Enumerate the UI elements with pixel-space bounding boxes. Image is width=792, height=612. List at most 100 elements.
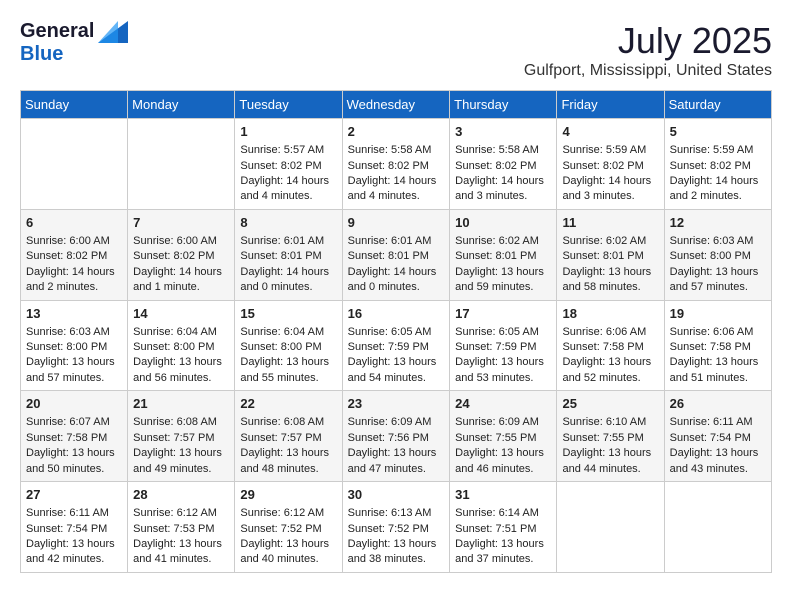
day-info: Sunset: 8:00 PM	[133, 340, 229, 355]
day-info: Sunset: 7:54 PM	[26, 522, 122, 537]
day-info: Daylight: 13 hours and 50 minutes.	[26, 446, 122, 477]
day-number: 27	[26, 486, 122, 504]
day-info: Sunrise: 6:02 AM	[562, 234, 658, 249]
day-info: Sunset: 8:02 PM	[26, 249, 122, 264]
day-info: Sunrise: 5:59 AM	[562, 143, 658, 158]
day-info: Sunset: 7:58 PM	[562, 340, 658, 355]
day-info: Daylight: 14 hours and 3 minutes.	[455, 174, 551, 205]
day-info: Sunrise: 6:05 AM	[455, 325, 551, 340]
calendar-week-row: 27Sunrise: 6:11 AMSunset: 7:54 PMDayligh…	[21, 482, 772, 573]
weekday-header-monday: Monday	[128, 91, 235, 119]
calendar-cell	[557, 482, 664, 573]
day-info: Sunset: 7:52 PM	[348, 522, 445, 537]
calendar-cell: 19Sunrise: 6:06 AMSunset: 7:58 PMDayligh…	[664, 300, 771, 391]
calendar-cell: 10Sunrise: 6:02 AMSunset: 8:01 PMDayligh…	[450, 209, 557, 300]
day-info: Daylight: 13 hours and 57 minutes.	[670, 265, 766, 296]
day-number: 30	[348, 486, 445, 504]
calendar-cell: 22Sunrise: 6:08 AMSunset: 7:57 PMDayligh…	[235, 391, 342, 482]
weekday-header-saturday: Saturday	[664, 91, 771, 119]
day-info: Sunrise: 6:01 AM	[348, 234, 445, 249]
weekday-header-wednesday: Wednesday	[342, 91, 450, 119]
day-info: Daylight: 13 hours and 48 minutes.	[240, 446, 336, 477]
day-info: Sunset: 8:00 PM	[26, 340, 122, 355]
calendar-cell: 26Sunrise: 6:11 AMSunset: 7:54 PMDayligh…	[664, 391, 771, 482]
calendar-cell: 21Sunrise: 6:08 AMSunset: 7:57 PMDayligh…	[128, 391, 235, 482]
day-number: 3	[455, 123, 551, 141]
calendar-week-row: 20Sunrise: 6:07 AMSunset: 7:58 PMDayligh…	[21, 391, 772, 482]
day-info: Sunrise: 6:09 AM	[455, 415, 551, 430]
day-info: Sunrise: 6:03 AM	[670, 234, 766, 249]
day-info: Sunset: 7:58 PM	[26, 431, 122, 446]
day-info: Sunrise: 5:58 AM	[455, 143, 551, 158]
calendar-table: SundayMondayTuesdayWednesdayThursdayFrid…	[20, 90, 772, 573]
day-info: Sunrise: 6:05 AM	[348, 325, 445, 340]
calendar-cell: 23Sunrise: 6:09 AMSunset: 7:56 PMDayligh…	[342, 391, 450, 482]
calendar-cell: 31Sunrise: 6:14 AMSunset: 7:51 PMDayligh…	[450, 482, 557, 573]
day-info: Sunrise: 6:08 AM	[133, 415, 229, 430]
day-info: Daylight: 13 hours and 47 minutes.	[348, 446, 445, 477]
day-info: Daylight: 13 hours and 46 minutes.	[455, 446, 551, 477]
day-info: Sunset: 8:02 PM	[348, 159, 445, 174]
day-info: Daylight: 13 hours and 42 minutes.	[26, 537, 122, 568]
day-info: Sunrise: 6:09 AM	[348, 415, 445, 430]
title-block: July 2025 Gulfport, Mississippi, United …	[524, 20, 772, 80]
day-info: Sunset: 8:01 PM	[240, 249, 336, 264]
day-info: Sunrise: 6:11 AM	[670, 415, 766, 430]
day-info: Daylight: 13 hours and 41 minutes.	[133, 537, 229, 568]
calendar-cell: 5Sunrise: 5:59 AMSunset: 8:02 PMDaylight…	[664, 119, 771, 210]
day-info: Daylight: 13 hours and 38 minutes.	[348, 537, 445, 568]
day-info: Sunrise: 5:59 AM	[670, 143, 766, 158]
calendar-cell: 12Sunrise: 6:03 AMSunset: 8:00 PMDayligh…	[664, 209, 771, 300]
day-info: Sunset: 7:52 PM	[240, 522, 336, 537]
day-info: Sunset: 7:51 PM	[455, 522, 551, 537]
day-info: Sunset: 7:58 PM	[670, 340, 766, 355]
calendar-cell: 2Sunrise: 5:58 AMSunset: 8:02 PMDaylight…	[342, 119, 450, 210]
day-number: 31	[455, 486, 551, 504]
calendar-cell: 27Sunrise: 6:11 AMSunset: 7:54 PMDayligh…	[21, 482, 128, 573]
weekday-header-thursday: Thursday	[450, 91, 557, 119]
calendar-cell: 30Sunrise: 6:13 AMSunset: 7:52 PMDayligh…	[342, 482, 450, 573]
day-info: Sunrise: 6:04 AM	[133, 325, 229, 340]
day-number: 29	[240, 486, 336, 504]
day-info: Daylight: 14 hours and 0 minutes.	[348, 265, 445, 296]
calendar-cell	[664, 482, 771, 573]
calendar-cell: 24Sunrise: 6:09 AMSunset: 7:55 PMDayligh…	[450, 391, 557, 482]
calendar-cell: 7Sunrise: 6:00 AMSunset: 8:02 PMDaylight…	[128, 209, 235, 300]
day-info: Sunrise: 6:02 AM	[455, 234, 551, 249]
day-number: 4	[562, 123, 658, 141]
day-info: Daylight: 13 hours and 40 minutes.	[240, 537, 336, 568]
calendar-cell: 17Sunrise: 6:05 AMSunset: 7:59 PMDayligh…	[450, 300, 557, 391]
day-number: 8	[240, 214, 336, 232]
day-info: Sunset: 7:55 PM	[455, 431, 551, 446]
day-info: Daylight: 13 hours and 53 minutes.	[455, 355, 551, 386]
day-number: 11	[562, 214, 658, 232]
calendar-cell: 29Sunrise: 6:12 AMSunset: 7:52 PMDayligh…	[235, 482, 342, 573]
calendar-cell: 13Sunrise: 6:03 AMSunset: 8:00 PMDayligh…	[21, 300, 128, 391]
day-info: Daylight: 13 hours and 37 minutes.	[455, 537, 551, 568]
day-info: Sunrise: 6:06 AM	[562, 325, 658, 340]
day-info: Daylight: 13 hours and 43 minutes.	[670, 446, 766, 477]
calendar-week-row: 13Sunrise: 6:03 AMSunset: 8:00 PMDayligh…	[21, 300, 772, 391]
weekday-header-friday: Friday	[557, 91, 664, 119]
day-info: Daylight: 13 hours and 59 minutes.	[455, 265, 551, 296]
day-number: 26	[670, 395, 766, 413]
logo-icon	[98, 21, 128, 43]
day-info: Daylight: 13 hours and 52 minutes.	[562, 355, 658, 386]
day-info: Sunset: 8:01 PM	[455, 249, 551, 264]
day-info: Daylight: 14 hours and 0 minutes.	[240, 265, 336, 296]
day-number: 1	[240, 123, 336, 141]
day-number: 25	[562, 395, 658, 413]
calendar-cell: 16Sunrise: 6:05 AMSunset: 7:59 PMDayligh…	[342, 300, 450, 391]
calendar-cell: 18Sunrise: 6:06 AMSunset: 7:58 PMDayligh…	[557, 300, 664, 391]
day-info: Daylight: 13 hours and 49 minutes.	[133, 446, 229, 477]
day-info: Sunrise: 6:04 AM	[240, 325, 336, 340]
calendar-cell: 3Sunrise: 5:58 AMSunset: 8:02 PMDaylight…	[450, 119, 557, 210]
day-info: Sunrise: 6:00 AM	[133, 234, 229, 249]
day-number: 22	[240, 395, 336, 413]
day-info: Sunrise: 6:00 AM	[26, 234, 122, 249]
day-number: 28	[133, 486, 229, 504]
day-info: Daylight: 14 hours and 3 minutes.	[562, 174, 658, 205]
day-info: Sunset: 7:59 PM	[455, 340, 551, 355]
day-info: Sunset: 8:01 PM	[562, 249, 658, 264]
day-info: Sunset: 7:57 PM	[133, 431, 229, 446]
